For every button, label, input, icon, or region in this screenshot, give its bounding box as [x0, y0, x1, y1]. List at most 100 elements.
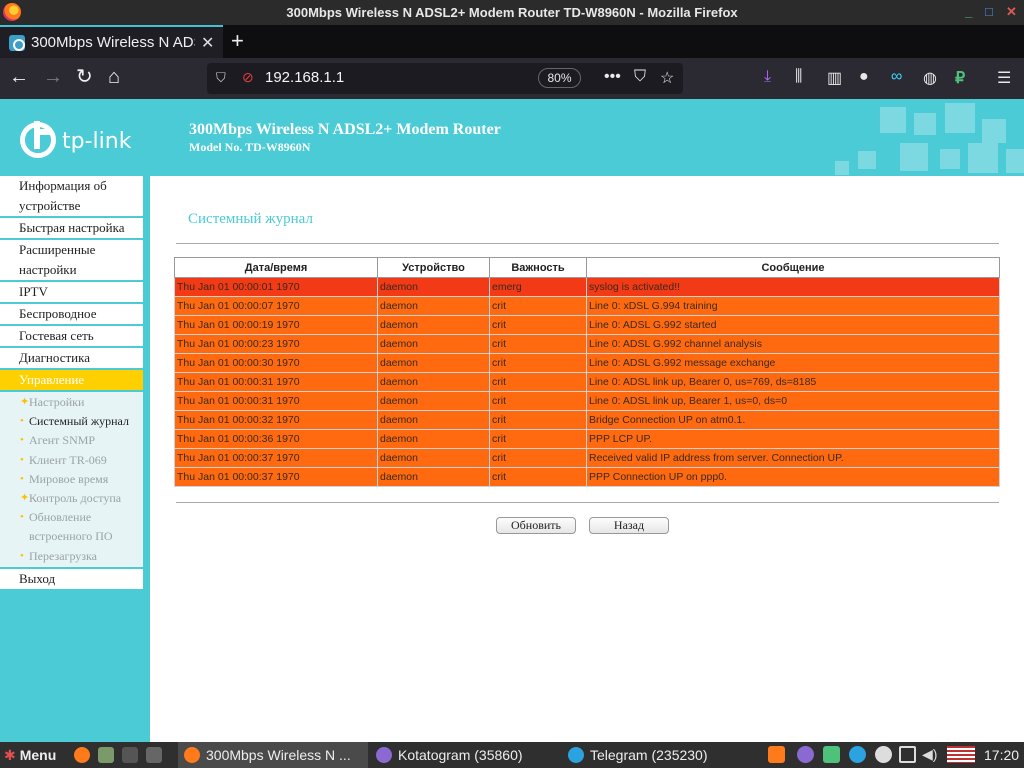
router-model: Model No. TD-W8960N — [189, 140, 311, 154]
log-message: PPP LCP UP. — [586, 429, 1000, 449]
log-datetime: Thu Jan 01 00:00:37 1970 — [174, 467, 378, 487]
back-icon[interactable]: ← — [9, 66, 29, 88]
submenu-item-system-log[interactable]: • Системный журнал — [0, 412, 143, 431]
window-title: 300Mbps Wireless N ADSL2+ Modem Router T… — [286, 5, 738, 20]
firefox-launcher-icon[interactable] — [74, 742, 96, 768]
menu-item-advanced-setup[interactable]: Расширенные настройки — [0, 240, 143, 282]
new-tab-button[interactable]: + — [231, 28, 244, 54]
log-facility: daemon — [377, 334, 490, 354]
submenu-item-reboot[interactable]: • Перезагрузка — [0, 547, 143, 566]
menu-item-diagnostics[interactable]: Диагностика — [0, 348, 143, 370]
tab-close-icon[interactable]: ✕ — [201, 33, 214, 53]
forward-icon[interactable]: → — [43, 66, 63, 88]
tab-strip: 300Mbps Wireless N ADSL2+ Modem Router T… — [0, 25, 1024, 58]
more-icon[interactable]: ••• — [604, 68, 621, 86]
log-facility: daemon — [377, 315, 490, 335]
extension-icon[interactable]: ∞ — [891, 68, 902, 86]
notification-tray-icon[interactable] — [899, 746, 916, 763]
router-page: tp-link 300Mbps Wireless N ADSL2+ Modem … — [0, 99, 1024, 742]
log-severity: emerg — [489, 277, 587, 297]
mint-logo-icon: ✱ — [4, 747, 16, 763]
submenu-item-settings[interactable]: ✦ Настройки — [0, 393, 143, 412]
firefox-tray-icon[interactable] — [768, 746, 785, 763]
menu-item-guest-network[interactable]: Гостевая сеть — [0, 326, 143, 348]
insecure-lock-icon[interactable]: ⊘ — [242, 69, 254, 86]
clock[interactable]: 17:20 — [984, 742, 1019, 768]
bookmark-star-icon[interactable]: ☆ — [660, 68, 674, 88]
tp-link-favicon-icon — [9, 34, 25, 51]
extension-p-icon[interactable]: ₽ — [955, 68, 965, 88]
taskbar-window-firefox[interactable]: 300Mbps Wireless N ... — [178, 742, 368, 768]
library-icon[interactable]: ⫼ — [795, 68, 802, 86]
log-severity: crit — [489, 315, 587, 335]
kotatogram-tray-icon[interactable] — [797, 746, 814, 763]
submenu-item-firmware-update[interactable]: • Обновление встроенного ПО — [0, 508, 143, 546]
log-message: Line 0: xDSL G.994 training — [586, 296, 1000, 316]
reload-icon[interactable]: ↻ — [76, 66, 93, 88]
log-severity: crit — [489, 334, 587, 354]
zoom-level-button[interactable]: 80% — [538, 68, 581, 88]
taskbar-window-label: 300Mbps Wireless N ... — [206, 747, 351, 763]
submenu-item-access-control[interactable]: ✦ Контроль доступа — [0, 489, 143, 508]
refresh-button[interactable]: Обновить — [496, 517, 576, 534]
menu-item-quick-setup[interactable]: Быстрая настройка — [0, 218, 143, 240]
sidebar-icon[interactable]: ▥ — [827, 68, 842, 88]
menu-item-wireless[interactable]: Беспроводное — [0, 304, 143, 326]
log-message: Line 0: ADSL link up, Bearer 1, us=0, ds… — [586, 391, 1000, 411]
minimize-button[interactable]: _ — [965, 4, 972, 19]
submenu-item-label: Клиент TR-069 — [29, 452, 107, 467]
url-bar[interactable]: ⛉ ⊘ 192.168.1.1 80% ••• ⛉ ☆ — [207, 63, 683, 94]
us-flag-keyboard-layout-icon[interactable] — [947, 746, 975, 763]
submenu-item-label: Мировое время — [29, 471, 109, 486]
file-manager-launcher-icon[interactable] — [98, 742, 120, 768]
globe-icon[interactable]: ◍ — [923, 68, 937, 88]
menu-icon[interactable]: ☰ — [997, 68, 1011, 88]
close-window-button[interactable]: ✕ — [1006, 4, 1017, 20]
log-message: Bridge Connection UP on atm0.1. — [586, 410, 1000, 430]
volume-icon[interactable]: ◀) — [922, 746, 939, 763]
menu-item-logout[interactable]: Выход — [0, 568, 143, 591]
submenu-item-label: Контроль доступа — [29, 491, 122, 506]
log-severity: crit — [489, 391, 587, 411]
start-menu-button[interactable]: ✱ Menu — [4, 742, 56, 768]
router-banner: tp-link 300Mbps Wireless N ADSL2+ Modem … — [0, 99, 1024, 176]
divider — [176, 502, 999, 503]
bullet-icon: • — [20, 511, 24, 524]
menu-item-device-info[interactable]: Информация об устройстве — [0, 176, 143, 218]
submenu-item-label: Системный журнал — [29, 414, 129, 429]
url-text[interactable]: 192.168.1.1 — [265, 69, 344, 86]
shield-tray-icon[interactable] — [823, 746, 840, 763]
log-datetime: Thu Jan 01 00:00:01 1970 — [174, 277, 378, 297]
download-icon[interactable]: ⤓ — [764, 68, 771, 86]
log-datetime: Thu Jan 01 00:00:32 1970 — [174, 410, 378, 430]
telegram-tray-icon[interactable] — [849, 746, 866, 763]
shield-icon[interactable]: ⛉ — [216, 70, 226, 86]
sidebar: Информация об устройстве Быстрая настрой… — [0, 176, 150, 742]
account-icon[interactable]: ● — [859, 68, 869, 86]
terminal-launcher-icon[interactable] — [122, 742, 144, 768]
log-message: Received valid IP address from server. C… — [586, 448, 1000, 468]
submenu-item-tr069-client[interactable]: • Клиент TR-069 — [0, 451, 143, 470]
taskbar-window-label: Telegram (235230) — [590, 747, 708, 763]
tp-link-logo-icon — [20, 121, 56, 158]
submenu-item-world-time[interactable]: • Мировое время — [0, 470, 143, 489]
submenu-item-snmp-agent[interactable]: • Агент SNMP — [0, 431, 143, 450]
menu-item-management[interactable]: Управление — [0, 370, 143, 392]
media-launcher-icon[interactable] — [146, 742, 168, 768]
menu-item-iptv[interactable]: IPTV — [0, 282, 143, 304]
table-row: Thu Jan 01 00:00:37 1970 daemon crit PPP… — [174, 467, 1000, 487]
log-facility: daemon — [377, 353, 490, 373]
browser-tab[interactable]: 300Mbps Wireless N ADSL2+ Modem Router T… — [0, 25, 223, 58]
bullet-icon: • — [20, 453, 24, 466]
taskbar-window-telegram[interactable]: Telegram (235230) — [566, 742, 708, 768]
submenu-item-label: Обновление встроенного ПО — [29, 510, 113, 544]
log-datetime: Thu Jan 01 00:00:19 1970 — [174, 315, 378, 335]
pocket-icon[interactable]: ⛉ — [634, 68, 646, 86]
home-icon[interactable]: ⌂ — [108, 66, 120, 88]
back-button[interactable]: Назад — [589, 517, 669, 534]
column-header: Важность — [489, 257, 587, 278]
maximize-button[interactable]: □ — [985, 4, 993, 19]
log-severity: crit — [489, 448, 587, 468]
lightning-tray-icon[interactable] — [875, 746, 892, 763]
taskbar-window-kotatogram[interactable]: Kotatogram (35860) — [374, 742, 523, 768]
